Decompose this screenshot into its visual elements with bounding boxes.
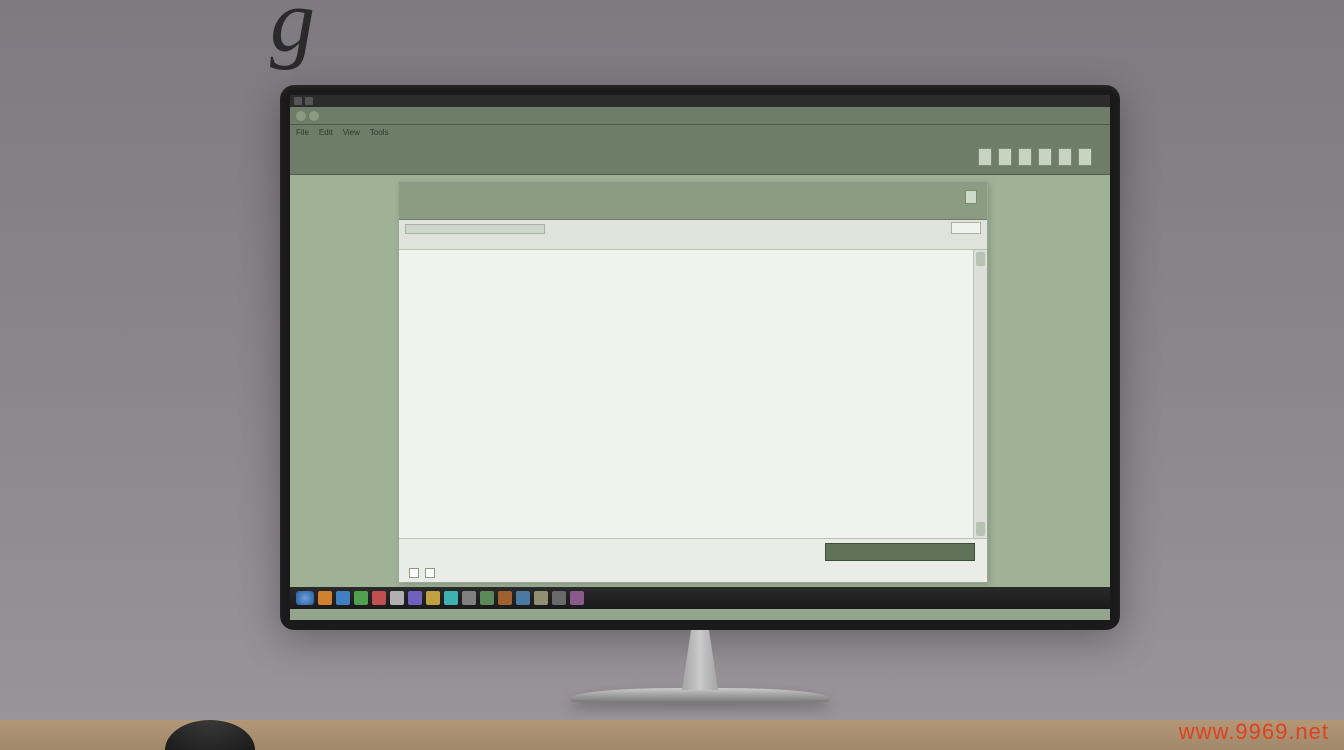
taskbar [290,587,1110,609]
menu-bar: File Edit View Tools [290,125,1110,139]
dialog-header [399,182,987,220]
menu-file[interactable]: File [296,128,309,137]
task-icon[interactable] [318,591,332,605]
monitor-bezel: File Edit View Tools [280,85,1120,630]
task-icon[interactable] [462,591,476,605]
address-bar-row [290,107,1110,125]
scroll-down-icon[interactable] [976,522,985,536]
menu-tools[interactable]: Tools [370,128,389,137]
sys-button[interactable] [294,97,302,105]
task-icon[interactable] [354,591,368,605]
task-icon[interactable] [480,591,494,605]
task-icon[interactable] [390,591,404,605]
dialog-footer [399,538,987,582]
dialog-toolbar [399,220,987,250]
task-icon[interactable] [444,591,458,605]
content-area [290,175,1110,587]
screen: File Edit View Tools [290,95,1110,620]
pin-icon[interactable] [965,190,977,204]
scroll-up-icon[interactable] [976,252,985,266]
ribbon-right-group [978,148,1102,166]
toolbar-ribbon [290,139,1110,175]
ribbon-icon[interactable] [1038,148,1052,166]
primary-action-button[interactable] [825,543,975,561]
watermark: www.9969.net [1179,719,1329,745]
task-icon[interactable] [552,591,566,605]
monitor-stand-neck [670,630,730,690]
ribbon-icon[interactable] [998,148,1012,166]
decorative-letter: g [270,0,315,73]
task-icon[interactable] [534,591,548,605]
task-icon[interactable] [516,591,530,605]
checkbox[interactable] [409,568,419,578]
toolbar-small-button[interactable] [951,222,981,234]
window-titlebar [290,95,1110,107]
task-icon[interactable] [498,591,512,605]
ribbon-icon[interactable] [1018,148,1032,166]
checkbox[interactable] [425,568,435,578]
ribbon-icon[interactable] [1078,148,1092,166]
menu-view[interactable]: View [343,128,360,137]
monitor: File Edit View Tools [280,85,1120,685]
start-button[interactable] [296,591,314,605]
task-icon[interactable] [372,591,386,605]
menu-edit[interactable]: Edit [319,128,333,137]
task-icon[interactable] [408,591,422,605]
email-dialog [398,181,988,583]
sys-button[interactable] [305,97,313,105]
task-icon[interactable] [426,591,440,605]
ribbon-icon[interactable] [978,148,992,166]
task-icon[interactable] [570,591,584,605]
path-field[interactable] [405,224,545,234]
monitor-stand-base [570,688,830,702]
scrollbar[interactable] [973,250,987,538]
back-button[interactable] [296,111,306,121]
task-icon[interactable] [336,591,350,605]
forward-button[interactable] [309,111,319,121]
dialog-body [399,250,987,538]
ribbon-icon[interactable] [1058,148,1072,166]
